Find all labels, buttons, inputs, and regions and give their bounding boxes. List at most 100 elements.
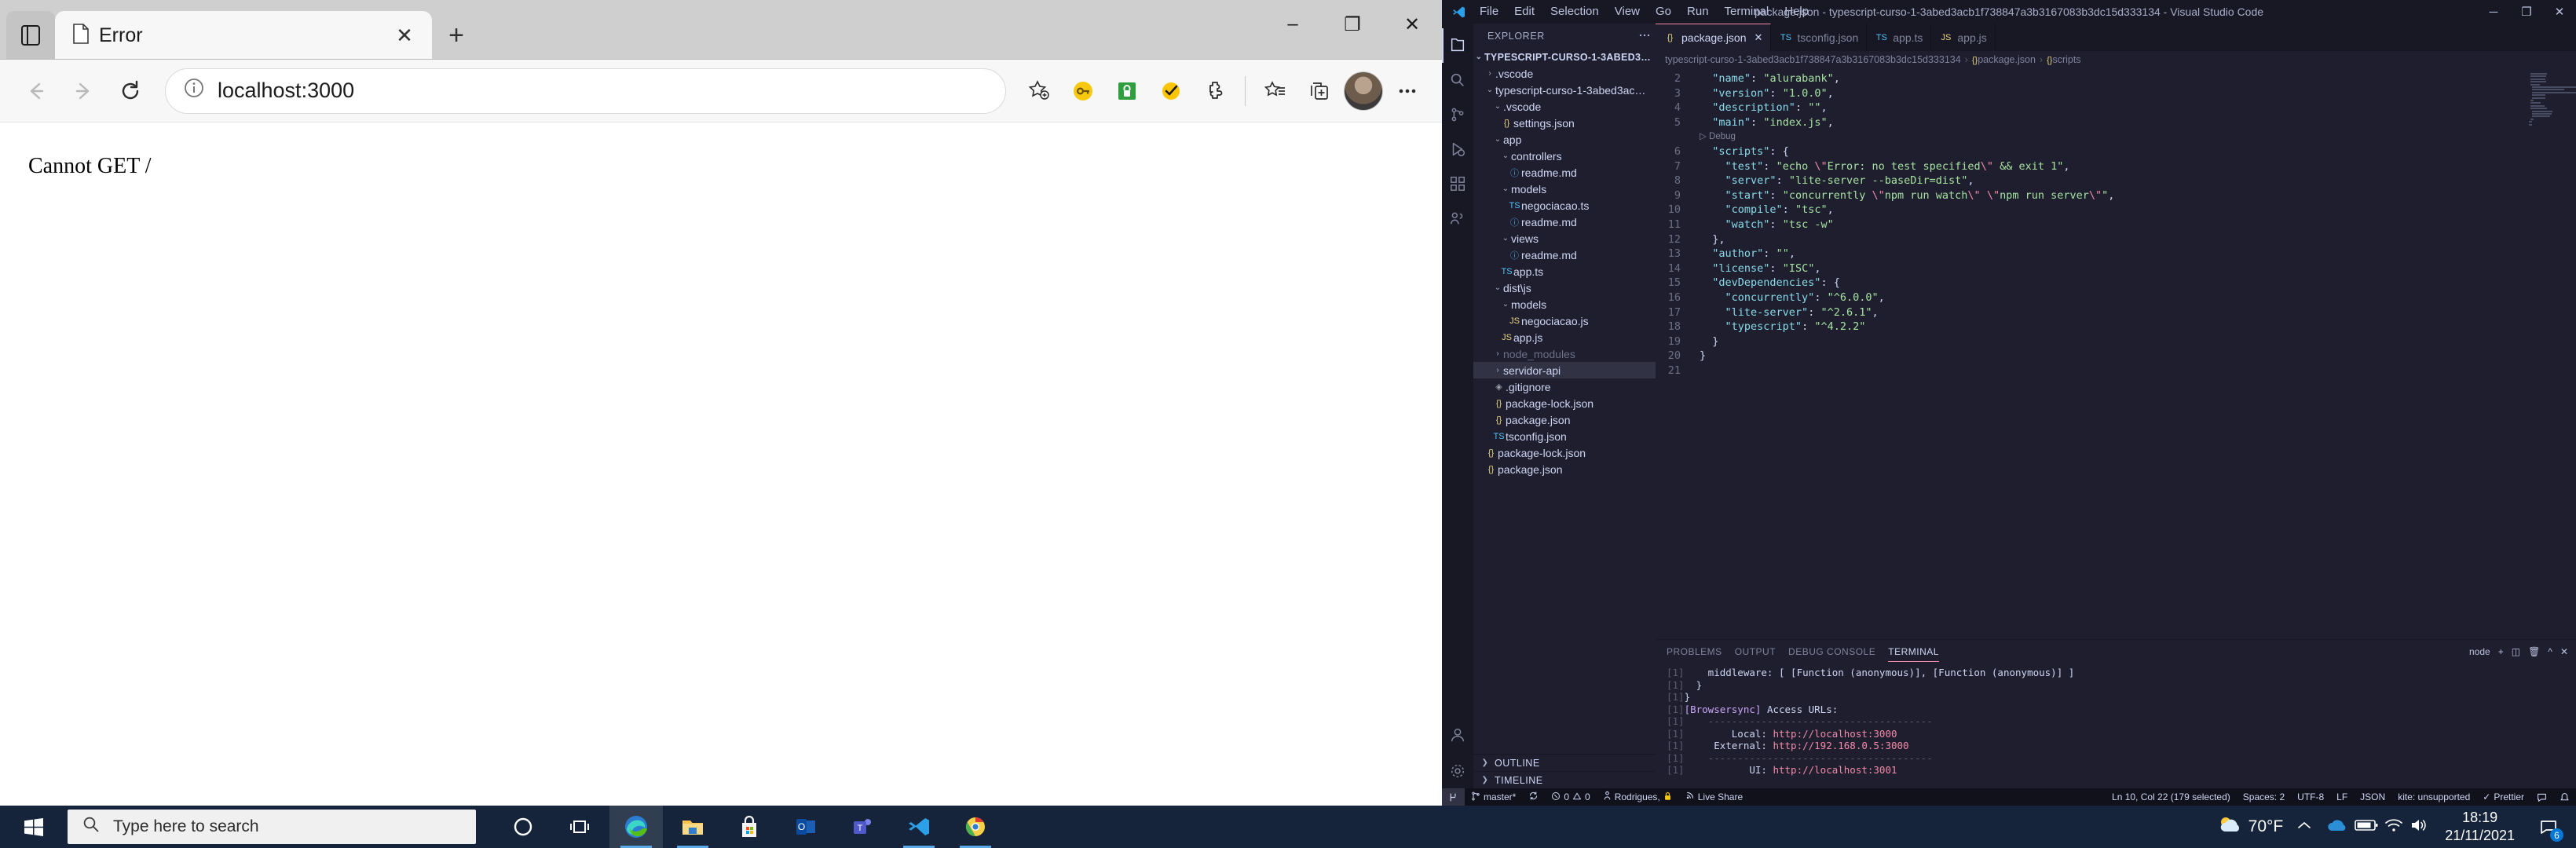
onedrive-icon[interactable] [2325,816,2349,839]
code-line[interactable]: "author": "", [1700,247,2576,261]
tree-item[interactable]: ⌄ controllers [1473,148,1656,164]
code-line[interactable]: "concurrently": "^6.0.0", [1700,291,2576,305]
weather-temperature[interactable]: 70°F [2249,817,2284,836]
notification-center-icon[interactable]: 6 [2530,806,2567,848]
code-line[interactable]: "watch": "tsc -w" [1700,217,2576,232]
status-prettier[interactable]: ✓ Prettier [2476,788,2530,806]
code-line[interactable]: "version": "1.0.0", [1700,86,2576,101]
menu-edit[interactable]: Edit [1506,0,1542,24]
explorer-icon[interactable] [1442,28,1473,63]
manage-gear-icon[interactable] [1442,754,1473,788]
terminal-url[interactable]: http://localhost:3001 [1773,764,1897,776]
status-branch[interactable]: master* [1465,788,1522,806]
add-favorite-star-icon[interactable] [1019,69,1059,113]
tree-item[interactable]: ⌄ .vscode [1473,98,1656,115]
code-line[interactable]: "server": "lite-server --baseDir=dist", [1700,174,2576,188]
new-tab-button[interactable]: + [432,11,481,60]
tree-item[interactable]: ⓘ readme.md [1473,164,1656,181]
panel-tab-problems[interactable]: PROBLEMS [1667,640,1722,663]
code-line[interactable]: "license": "ISC", [1700,261,2576,276]
extensions-icon[interactable] [1442,166,1473,201]
terminal-url[interactable]: http://localhost:3000 [1773,728,1897,740]
code-line[interactable]: }, [1700,232,2576,247]
file-explorer-icon[interactable] [666,806,719,848]
search-icon[interactable] [1442,63,1473,97]
tab-actions-icon[interactable] [6,11,55,60]
site-info-icon[interactable] [183,77,205,104]
panel-tab-terminal[interactable]: TERMINAL [1888,640,1939,663]
code-line[interactable]: "description": "", [1700,101,2576,115]
terminal-url[interactable]: http://192.168.0.5:3000 [1773,740,1908,751]
maximize-button[interactable]: ❐ [1323,0,1382,49]
tree-item[interactable]: ⌄typescript-curso-1-3abed3acb1f73884... [1473,82,1656,98]
partly-cloudy-icon[interactable] [2217,814,2244,840]
vscode-close-button[interactable]: ✕ [2543,0,2576,24]
tree-item[interactable]: ⌄ app [1473,131,1656,148]
editor-tab[interactable]: TS tsconfig.json [1771,24,1868,51]
vscode-restore-button[interactable]: ❐ [2510,0,2543,24]
code-line[interactable]: "main": "index.js", [1700,115,2576,130]
tree-item[interactable]: JS negociacao.js [1473,313,1656,329]
status-eol[interactable]: LF [2330,788,2354,806]
tree-item[interactable]: ⓘ readme.md [1473,247,1656,263]
tree-item[interactable]: › .vscode [1473,65,1656,82]
volume-icon[interactable] [2409,817,2429,838]
cortana-icon[interactable] [496,806,550,848]
menu-file[interactable]: File [1472,0,1506,24]
reload-button[interactable] [108,69,152,113]
status-kite[interactable]: kite: unsupported [2391,788,2476,806]
norton-check-icon[interactable] [1151,69,1191,113]
breadcrumb-item[interactable]: {}package.json [1972,54,2036,65]
tree-item[interactable]: {} settings.json [1473,115,1656,131]
status-remote-indicator[interactable] [1442,788,1465,806]
windows-start-icon[interactable] [0,806,68,848]
breadcrumb-item[interactable]: typescript-curso-1-3abed3acb1f738847a3b3… [1665,54,1961,65]
status-sync[interactable] [1522,788,1545,806]
code-line[interactable] [1700,364,2576,378]
tree-item[interactable]: ⌄ views [1473,230,1656,247]
taskbar-clock[interactable]: 18:19 21/11/2021 [2434,809,2526,845]
terminal-output[interactable]: [1] middleware: [ [Function (anonymous)]… [1656,663,2576,788]
status-language-mode[interactable]: JSON [2354,788,2391,806]
menu-selection[interactable]: Selection [1542,0,1607,24]
tree-item[interactable]: ⓘ readme.md [1473,214,1656,230]
kill-terminal-icon[interactable]: 🗑 [2528,646,2540,657]
source-control-icon[interactable] [1442,97,1473,132]
tree-item[interactable]: ⌄ models [1473,296,1656,313]
editor-tab[interactable]: {} package.json ✕ [1656,24,1772,51]
code-line[interactable]: } [1700,334,2576,349]
live-share-icon[interactable] [1442,201,1473,236]
breadcrumb-item[interactable]: {}scripts [2047,54,2080,65]
browser-tab[interactable]: Error ✕ [55,11,432,60]
battery-icon[interactable] [2354,817,2379,838]
panel-tab-debug-console[interactable]: DEBUG CONSOLE [1788,640,1875,663]
status-feedback[interactable] [2530,788,2553,806]
status-problems[interactable]: 0 0 [1545,788,1596,806]
wifi-icon[interactable] [2384,817,2404,838]
new-terminal-icon[interactable]: + [2498,646,2504,657]
tree-item[interactable]: TS app.ts [1473,263,1656,280]
panel-tab-output[interactable]: OUTPUT [1735,640,1776,663]
minimize-button[interactable]: – [1263,0,1323,49]
microsoft-store-icon[interactable] [723,806,776,848]
profile-avatar[interactable] [1343,69,1384,113]
minimap[interactable] [2521,68,2576,639]
code-line[interactable]: "compile": "tsc", [1700,203,2576,217]
maximize-panel-icon[interactable]: ^ [2548,646,2552,657]
code-line[interactable]: "lite-server": "^2.6.1", [1700,305,2576,320]
tree-item[interactable]: TS tsconfig.json [1473,428,1656,444]
menu-view[interactable]: View [1607,0,1648,24]
close-tab-icon[interactable]: ✕ [391,25,418,46]
code-line[interactable]: "test": "echo \"Error: no test specified… [1700,159,2576,174]
code-editor[interactable]: 2345 6 7 8 9 10 11 12 13 14 15 16 17 18 19 20 21 "name"… [1656,68,2576,639]
menu-terminal[interactable]: Terminal [1717,0,1777,24]
code-line[interactable]: "name": "alurabank", [1700,71,2576,86]
editor-tab[interactable]: TS app.ts [1867,24,1932,51]
tree-item[interactable]: › node_modules [1473,345,1656,362]
more-actions-icon[interactable] [1638,29,1651,44]
code-content[interactable]: "name": "alurabank", "version": "1.0.0",… [1689,68,2576,639]
tree-item[interactable]: {} package.json [1473,411,1656,428]
tree-root[interactable]: ⌄TYPESCRIPT-CURSO-1-3ABED3ACB1F738847... [1473,49,1656,65]
tree-item[interactable]: {} package.json [1473,461,1656,477]
sidebar-section-timeline[interactable]: ❯ TIMELINE [1473,771,1656,788]
